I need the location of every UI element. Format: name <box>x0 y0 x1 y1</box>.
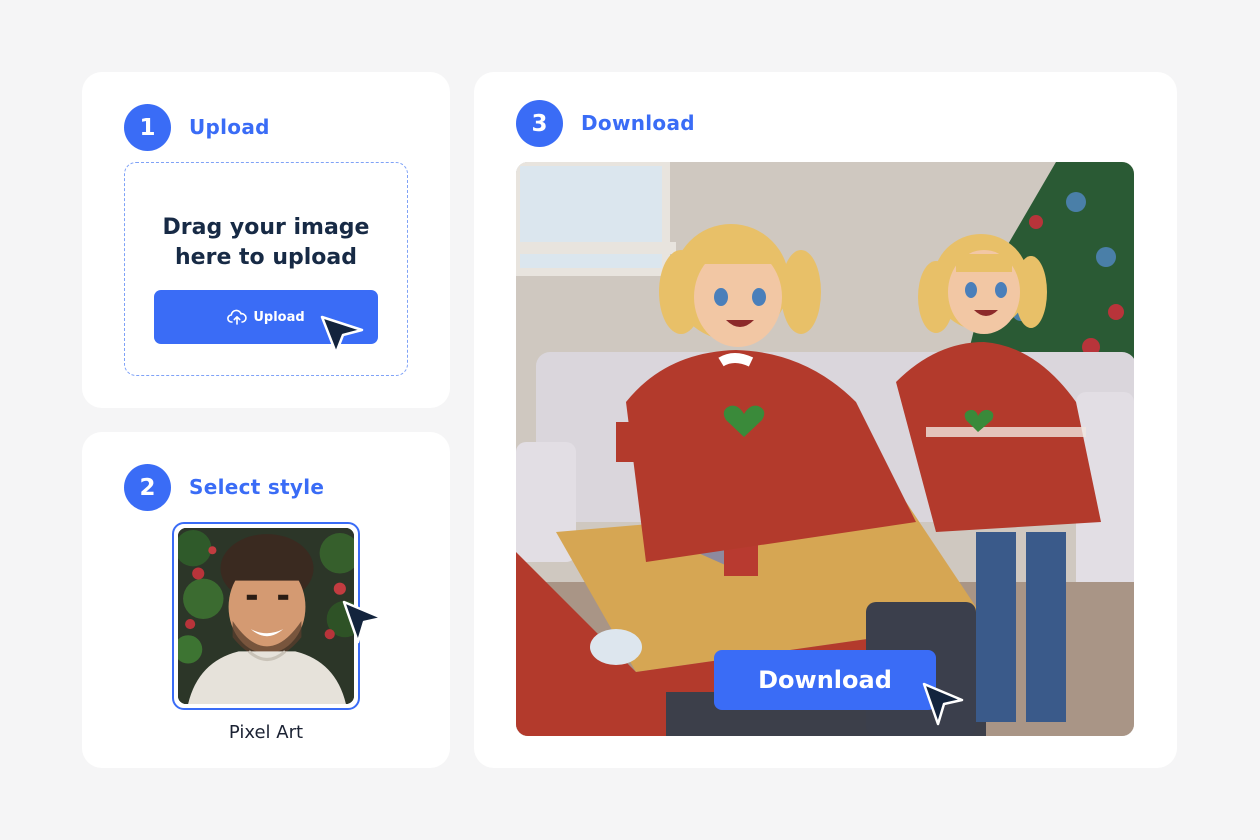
step-2-badge: 2 <box>124 464 171 511</box>
generated-pixel-art-image: Download <box>516 162 1134 736</box>
step-3-badge: 3 <box>516 100 563 147</box>
upload-button-label: Upload <box>253 309 305 325</box>
style-option-label: Pixel Art <box>228 722 304 743</box>
download-step-title: Download <box>581 111 695 135</box>
cursor-arrow-icon <box>342 600 384 644</box>
download-button[interactable]: Download <box>714 650 936 710</box>
dropzone-instructions: Drag your image here to upload <box>162 215 370 270</box>
cursor-arrow-icon <box>320 315 364 355</box>
style-step-title: Select style <box>189 475 325 499</box>
step-1-badge: 1 <box>124 104 171 151</box>
pixel-art-style-option[interactable] <box>172 522 360 710</box>
upload-card: 1 Upload Drag your image here to upload … <box>82 72 450 408</box>
cursor-arrow-icon <box>922 682 964 726</box>
pixel-art-preview-image <box>178 528 354 704</box>
style-card: 2 Select style Pixel Art <box>82 432 450 768</box>
image-dropzone[interactable]: Drag your image here to upload Upload <box>124 162 408 376</box>
cloud-upload-icon <box>227 309 247 325</box>
download-card: 3 Download Download <box>474 72 1177 768</box>
upload-step-title: Upload <box>189 115 270 139</box>
